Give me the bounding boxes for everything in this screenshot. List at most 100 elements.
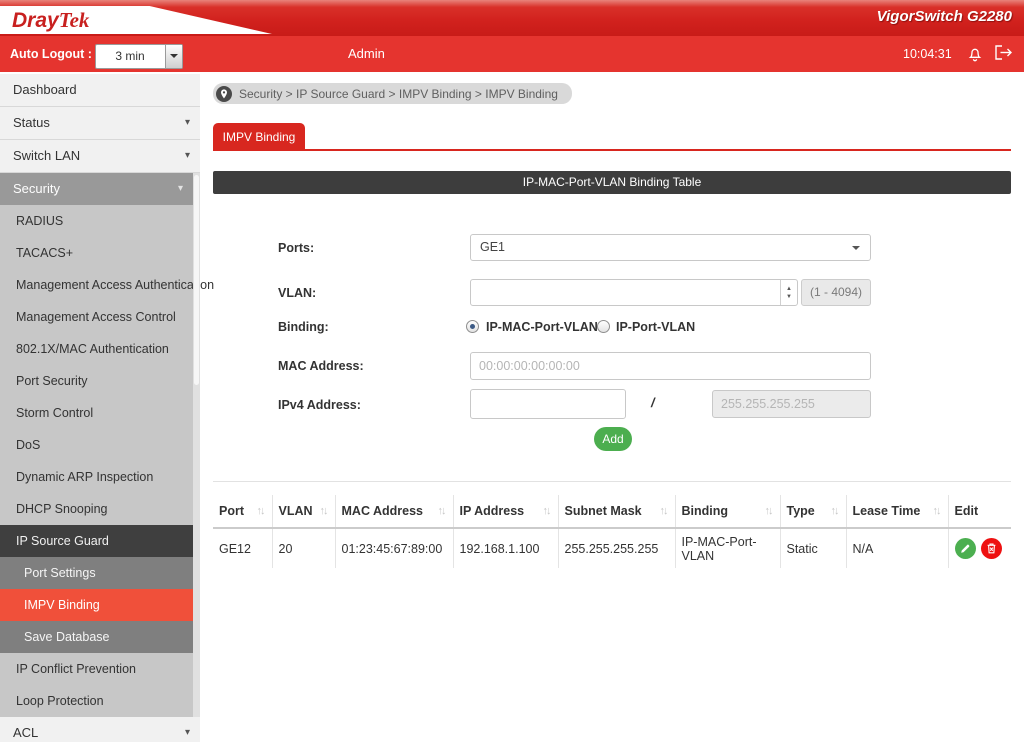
column-label: MAC Address (341, 504, 424, 518)
sidebar-item-tacacs[interactable]: TACACS+ (0, 237, 193, 269)
cell-binding: IP-MAC-Port-VLAN (674, 528, 780, 568)
scrollbar-thumb[interactable] (194, 175, 199, 385)
column-label: Type (786, 504, 815, 518)
sidebar-item-label: Dashboard (13, 82, 77, 97)
sidebar-item-ip-conflict-prevention[interactable]: IP Conflict Prevention (0, 653, 193, 685)
mac-address-input[interactable] (470, 352, 871, 380)
sidebar-item-radius[interactable]: RADIUS (0, 205, 193, 237)
column-header-vlan[interactable]: VLAN (271, 495, 335, 529)
column-header-lease-time[interactable]: Lease Time (845, 495, 948, 529)
sidebar-item-port-settings[interactable]: Port Settings (0, 557, 193, 589)
sidebar-item-label: IP Conflict Prevention (16, 662, 136, 676)
mac-address-label: MAC Address: (278, 359, 364, 373)
sort-icon[interactable] (257, 505, 264, 517)
column-header-ip-address[interactable]: IP Address (452, 495, 558, 529)
section-divider (213, 481, 1011, 482)
cell-edit (947, 528, 1011, 568)
sidebar-section-ip-source-guard[interactable]: IP Source Guard (0, 525, 193, 557)
tab-impv-binding[interactable]: IMPV Binding (213, 123, 305, 151)
logged-in-user: Admin (348, 46, 385, 61)
tab-underline (213, 149, 1011, 151)
column-label: Lease Time (852, 504, 921, 518)
sidebar-item-label: Management Access Authentication (16, 278, 215, 292)
sidebar-item-label: Security (13, 181, 60, 196)
location-pin-icon (216, 85, 232, 102)
brand-tek: Tek (58, 8, 90, 32)
sidebar-item-label: Dynamic ARP Inspection (16, 470, 154, 484)
logout-icon[interactable] (993, 44, 1014, 66)
sidebar-scrollbar[interactable] (193, 173, 200, 717)
column-label: VLAN (278, 504, 313, 518)
column-label: IP Address (459, 504, 525, 518)
chevron-down-icon (185, 107, 190, 139)
sidebar-section-security[interactable]: Security (0, 173, 193, 205)
chevron-down-icon (185, 717, 190, 742)
sidebar-item-label: DoS (16, 438, 41, 452)
sidebar-item-save-database[interactable]: Save Database (0, 621, 193, 653)
column-header-type[interactable]: Type (779, 495, 846, 529)
auto-logout-label: Auto Logout : (10, 47, 92, 61)
sidebar-item-port-security[interactable]: Port Security (0, 365, 193, 397)
sidebar-item-acl[interactable]: ACL (0, 717, 200, 742)
sort-icon[interactable] (543, 505, 550, 517)
table-header-row: Port VLAN MAC Address IP Address Subnet … (213, 495, 1011, 529)
radio-ip-port-vlan[interactable] (597, 320, 610, 333)
sort-icon[interactable] (660, 505, 667, 517)
column-header-edit: Edit (947, 495, 1011, 529)
number-spinner-icon[interactable] (780, 280, 797, 305)
sort-icon[interactable] (320, 505, 327, 517)
sidebar-item-label: Storm Control (16, 406, 94, 420)
sidebar-item-label: Loop Protection (16, 694, 104, 708)
chevron-down-icon (178, 173, 183, 205)
top-banner: DrayTek VigorSwitch G2280 (0, 0, 1024, 36)
vlan-range-hint: (1 - 4094) (801, 279, 871, 306)
subnet-mask-input (712, 390, 871, 418)
radio-label-ip-mac-port-vlan[interactable]: IP-MAC-Port-VLAN (486, 320, 598, 334)
slash-separator: / (651, 395, 655, 410)
delete-trash-icon[interactable] (980, 538, 1002, 559)
column-label: Edit (954, 504, 979, 518)
cell-mask: 255.255.255.255 (557, 528, 675, 568)
sort-icon[interactable] (438, 505, 445, 517)
sidebar-item-label: ACL (13, 725, 39, 740)
ports-select[interactable]: GE1 (470, 234, 871, 261)
sidebar-item-dashboard[interactable]: Dashboard (0, 74, 200, 107)
auto-logout-select[interactable]: 3 min (95, 44, 183, 69)
sort-icon[interactable] (831, 505, 838, 517)
binding-label: Binding: (278, 320, 329, 334)
draytek-logo: DrayTek (12, 8, 89, 33)
column-header-port[interactable]: Port (213, 495, 272, 529)
sidebar-item-status[interactable]: Status (0, 107, 200, 140)
sidebar-item-label: RADIUS (16, 214, 64, 228)
sidebar-item-mgmt-access-control[interactable]: Management Access Control (0, 301, 193, 333)
radio-ip-mac-port-vlan[interactable] (466, 320, 479, 333)
sidebar-item-loop-protection[interactable]: Loop Protection (0, 685, 193, 717)
sidebar-item-dhcp-snooping[interactable]: DHCP Snooping (0, 493, 193, 525)
edit-wrench-icon[interactable] (954, 538, 976, 559)
sidebar-item-label: IMPV Binding (24, 598, 100, 612)
sidebar-item-storm-control[interactable]: Storm Control (0, 397, 193, 429)
radio-label-ip-port-vlan[interactable]: IP-Port-VLAN (616, 320, 695, 334)
brand-dray: Dray (12, 9, 59, 32)
sidebar-item-dynamic-arp-inspection[interactable]: Dynamic ARP Inspection (0, 461, 193, 493)
system-time: 10:04:31 (903, 47, 952, 61)
notification-bell-icon[interactable] (966, 44, 984, 68)
column-header-mac-address[interactable]: MAC Address (334, 495, 453, 529)
ipv4-address-input[interactable] (470, 389, 626, 419)
vlan-input[interactable] (470, 279, 798, 306)
sidebar-item-label: Management Access Control (16, 310, 176, 324)
sidebar-item-label: Port Settings (24, 566, 96, 580)
sidebar-item-dos[interactable]: DoS (0, 429, 193, 461)
cell-vlan: 20 (271, 528, 335, 568)
sidebar-item-mgmt-access-auth[interactable]: Management Access Authentication (0, 269, 214, 301)
column-header-subnet-mask[interactable]: Subnet Mask (557, 495, 675, 529)
product-name: VigorSwitch G2280 (876, 8, 1012, 25)
sidebar-item-8021x-mac-auth[interactable]: 802.1X/MAC Authentication (0, 333, 193, 365)
chevron-down-icon (165, 45, 182, 68)
column-header-binding[interactable]: Binding (674, 495, 780, 529)
add-button[interactable]: Add (594, 427, 632, 451)
sidebar-item-impv-binding[interactable]: IMPV Binding (0, 589, 193, 621)
sort-icon[interactable] (765, 505, 772, 517)
sort-icon[interactable] (933, 505, 940, 517)
sidebar-item-switch-lan[interactable]: Switch LAN (0, 140, 200, 173)
